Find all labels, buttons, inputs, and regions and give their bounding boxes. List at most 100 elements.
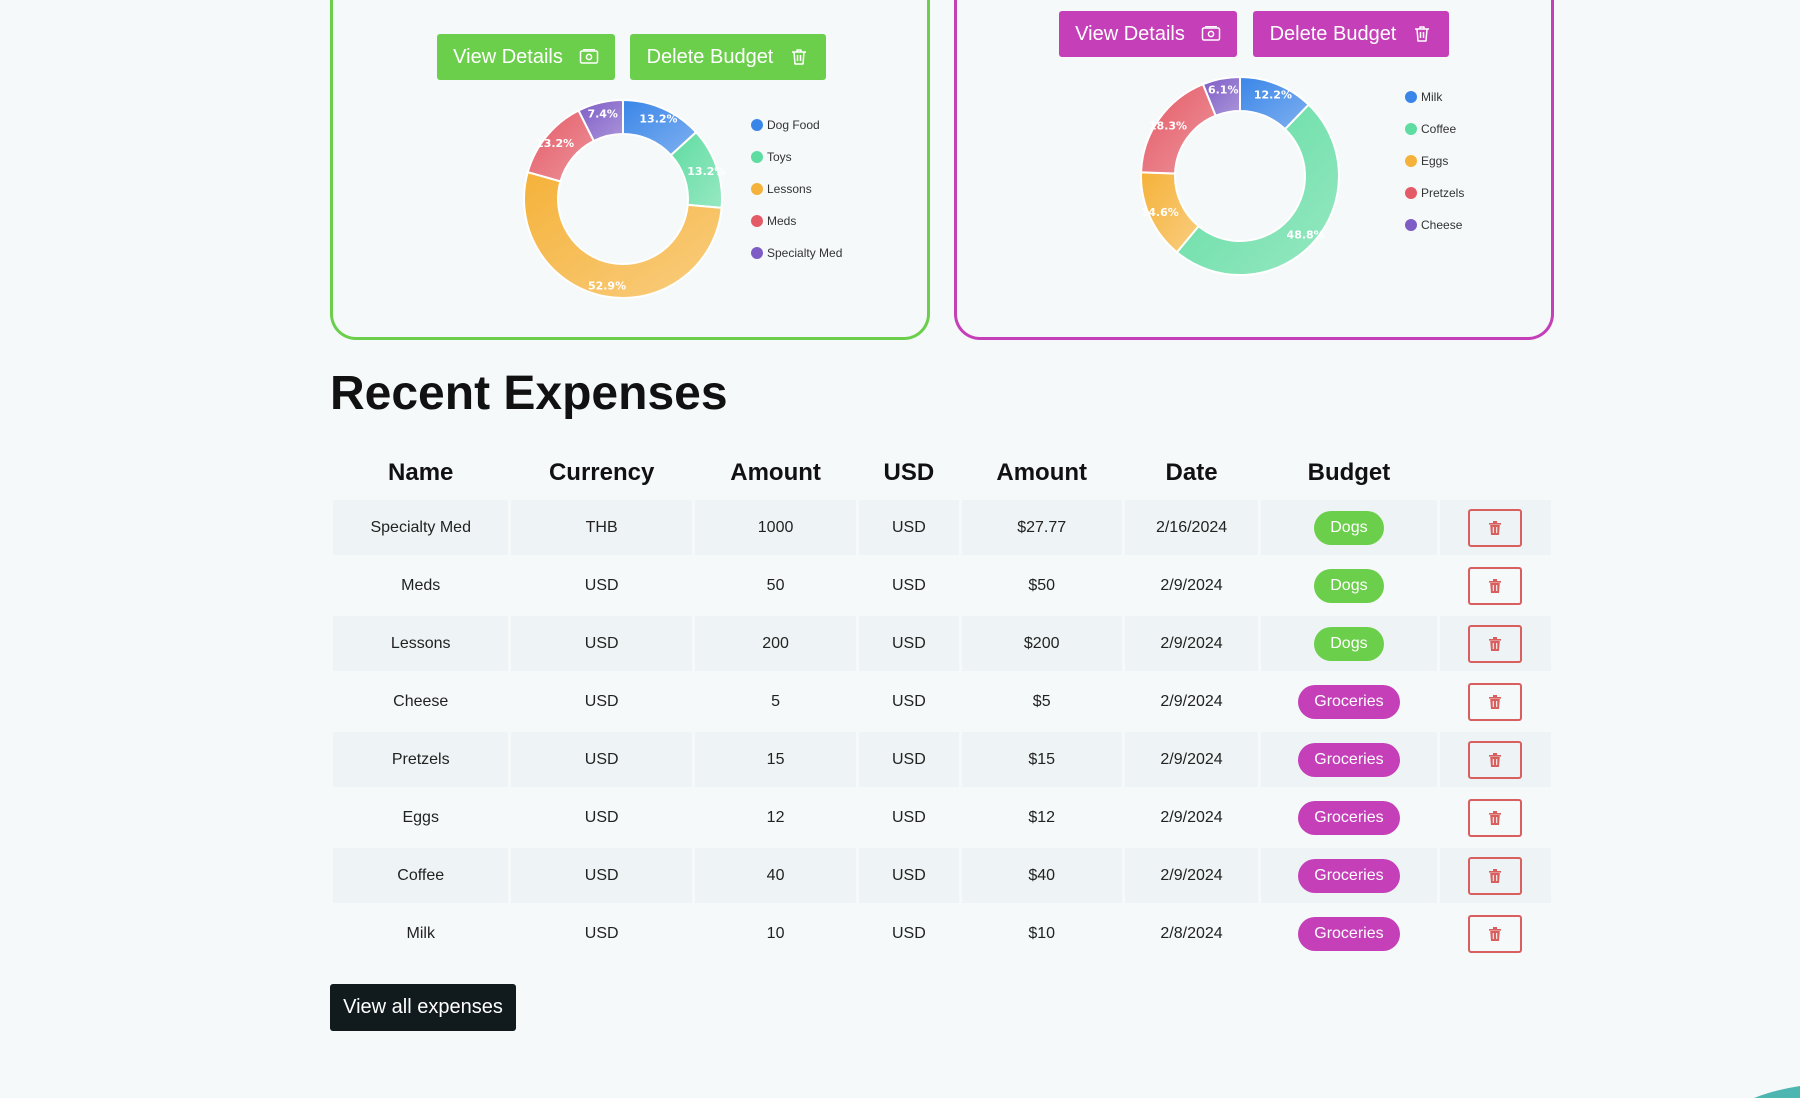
cell-actions bbox=[1439, 674, 1551, 729]
cell-currency: USD bbox=[511, 732, 692, 787]
legend-item[interactable]: Toys bbox=[751, 141, 842, 173]
delete-expense-button[interactable] bbox=[1468, 914, 1523, 953]
cell-currency: USD bbox=[511, 558, 692, 613]
cell-usd-amount: $50 bbox=[961, 558, 1122, 613]
corner-decoration bbox=[1754, 1086, 1800, 1098]
delete-budget-button[interactable]: Delete Budget bbox=[1253, 11, 1449, 57]
delete-expense-button[interactable] bbox=[1468, 682, 1523, 721]
cell-name: Eggs bbox=[333, 790, 509, 845]
budget-badge[interactable]: Groceries bbox=[1298, 800, 1400, 835]
table-header-row: Name Currency Amount USD Amount Date Bud… bbox=[333, 449, 1551, 497]
header-currency: Currency bbox=[548, 459, 655, 486]
header-budget: Budget bbox=[1307, 459, 1391, 486]
legend-swatch bbox=[1405, 155, 1417, 167]
delete-budget-label: Delete Budget bbox=[646, 45, 774, 68]
legend-item[interactable]: Pretzels bbox=[1405, 177, 1464, 209]
legend-label: Meds bbox=[767, 214, 797, 228]
table-row: Specialty Med THB 1000 USD $27.77 2/16/2024 Do… bbox=[333, 500, 1551, 555]
view-details-button[interactable]: View Details bbox=[437, 34, 615, 80]
legend-item[interactable]: Cheese bbox=[1405, 209, 1464, 241]
cell-usd-amount: $12 bbox=[961, 790, 1122, 845]
view-details-button[interactable]: View Details bbox=[1059, 11, 1237, 57]
cell-usd-amount: $5 bbox=[961, 674, 1122, 729]
legend-swatch bbox=[751, 215, 763, 227]
cell-budget: Groceries bbox=[1261, 906, 1437, 961]
legend-label: Dog Food bbox=[767, 118, 820, 132]
cell-date: 2/16/2024 bbox=[1124, 500, 1259, 555]
trash-icon bbox=[1489, 520, 1502, 535]
table-row: Milk USD 10 USD $10 2/8/2024 Groceries bbox=[333, 906, 1551, 961]
legend-item[interactable]: Dog Food bbox=[751, 109, 842, 141]
cell-actions bbox=[1439, 558, 1551, 613]
table-row: Meds USD 50 USD $50 2/9/2024 Dogs bbox=[333, 558, 1551, 613]
cell-usd: USD bbox=[859, 732, 959, 787]
legend-swatch bbox=[1405, 123, 1417, 135]
table-row: Pretzels USD 15 USD $15 2/9/2024 Groceries bbox=[333, 732, 1551, 787]
delete-expense-button[interactable] bbox=[1468, 798, 1523, 837]
legend-label: Lessons bbox=[767, 182, 812, 196]
legend-label: Milk bbox=[1421, 90, 1443, 104]
donut-slice-label: 14.6% bbox=[1141, 206, 1179, 219]
delete-expense-button[interactable] bbox=[1468, 624, 1523, 663]
legend-item[interactable]: Specialty Med bbox=[751, 237, 842, 269]
cell-date: 2/9/2024 bbox=[1124, 674, 1259, 729]
donut-slice-label: 12.2% bbox=[1254, 88, 1292, 101]
cell-name: Meds bbox=[333, 558, 509, 613]
cell-budget: Groceries bbox=[1261, 732, 1437, 787]
cell-currency: USD bbox=[511, 616, 692, 671]
delete-expense-button[interactable] bbox=[1468, 566, 1523, 605]
legend-swatch bbox=[751, 119, 763, 131]
delete-expense-button[interactable] bbox=[1468, 856, 1523, 895]
cell-budget: Groceries bbox=[1261, 848, 1437, 903]
trash-icon bbox=[1489, 868, 1502, 883]
table-row: Coffee USD 40 USD $40 2/9/2024 Groceries bbox=[333, 848, 1551, 903]
chart-legend: Milk Coffee Eggs Pretzels Cheese bbox=[1405, 81, 1464, 241]
budget-badge[interactable]: Dogs bbox=[1314, 626, 1384, 661]
cell-name: Pretzels bbox=[333, 732, 509, 787]
delete-budget-label: Delete Budget bbox=[1269, 22, 1397, 45]
cell-usd: USD bbox=[859, 790, 959, 845]
delete-budget-button[interactable]: Delete Budget bbox=[630, 34, 826, 80]
budget-badge[interactable]: Dogs bbox=[1314, 568, 1384, 603]
budget-badge[interactable]: Dogs bbox=[1314, 510, 1384, 545]
budget-card-groceries: View Details Delete Budget 12.2% 48.8% 14.… bbox=[954, 0, 1554, 340]
cell-name: Specialty Med bbox=[333, 500, 509, 555]
cell-budget: Dogs bbox=[1261, 500, 1437, 555]
legend-swatch bbox=[1405, 219, 1417, 231]
cell-currency: USD bbox=[511, 906, 692, 961]
cell-amount: 200 bbox=[694, 616, 857, 671]
cell-usd: USD bbox=[859, 616, 959, 671]
legend-label: Specialty Med bbox=[767, 246, 843, 260]
trash-icon bbox=[1489, 810, 1502, 825]
legend-label: Cheese bbox=[1421, 218, 1463, 232]
donut-slice-label: 13.2% bbox=[687, 165, 725, 178]
budget-badge[interactable]: Groceries bbox=[1298, 916, 1400, 951]
cell-amount: 5 bbox=[694, 674, 857, 729]
cell-name: Cheese bbox=[333, 674, 509, 729]
cell-date: 2/9/2024 bbox=[1124, 616, 1259, 671]
legend-item[interactable]: Eggs bbox=[1405, 145, 1464, 177]
cell-amount: 10 bbox=[694, 906, 857, 961]
budget-badge[interactable]: Groceries bbox=[1298, 742, 1400, 777]
legend-item[interactable]: Milk bbox=[1405, 81, 1464, 113]
header-usd-amount: Amount bbox=[996, 459, 1088, 486]
budget-donut-chart: 13.2% 13.2% 52.9% 13.2% 7.4% bbox=[523, 98, 725, 299]
legend-label: Toys bbox=[767, 150, 792, 164]
donut-slice-label: 18.3% bbox=[1149, 119, 1187, 132]
header-date: Date bbox=[1165, 459, 1218, 486]
legend-item[interactable]: Meds bbox=[751, 205, 842, 237]
legend-label: Pretzels bbox=[1421, 186, 1465, 200]
cell-budget: Dogs bbox=[1261, 616, 1437, 671]
delete-expense-button[interactable] bbox=[1468, 508, 1523, 547]
budget-badge[interactable]: Groceries bbox=[1298, 684, 1400, 719]
budget-badge[interactable]: Groceries bbox=[1298, 858, 1400, 893]
cell-usd: USD bbox=[859, 674, 959, 729]
chart-legend: Dog Food Toys Lessons Meds Specialty Med bbox=[751, 109, 842, 269]
legend-swatch bbox=[751, 183, 763, 195]
view-all-expenses-button[interactable]: View all expenses bbox=[330, 984, 516, 1031]
donut-slice-label: 13.2% bbox=[639, 112, 677, 125]
cell-usd: USD bbox=[859, 558, 959, 613]
legend-item[interactable]: Coffee bbox=[1405, 113, 1464, 145]
delete-expense-button[interactable] bbox=[1468, 740, 1523, 779]
legend-item[interactable]: Lessons bbox=[751, 173, 842, 205]
